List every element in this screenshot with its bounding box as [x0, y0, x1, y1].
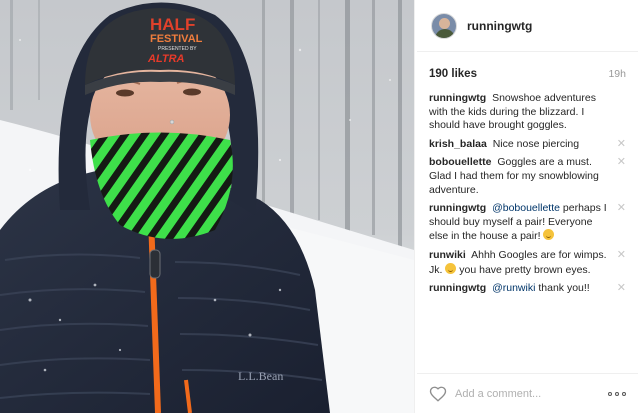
add-comment-input[interactable] [455, 387, 608, 400]
comment-item: runningwtg @runwiki thank you!! ✕ [429, 282, 626, 296]
smile-emoji-icon [445, 262, 457, 274]
comment-author[interactable]: krish_balaa [429, 138, 487, 150]
beanie-text-presented: PRESENTED BY [158, 46, 197, 52]
comment-author[interactable]: runningwtg [429, 282, 486, 294]
post-timestamp[interactable]: 19h [608, 68, 626, 80]
selfie-illustration: L.L.Bean HALF FESTIVAL PRESENTED BY ALTR… [0, 0, 414, 413]
zipper-pull [149, 249, 161, 279]
avatar[interactable] [431, 12, 457, 39]
comment-item: runningwtg @bobouellette perhaps I shoul… [429, 202, 626, 244]
remove-comment-icon[interactable]: ✕ [617, 156, 626, 169]
comment-author[interactable]: runningwtg [429, 92, 486, 104]
post-photo[interactable]: L.L.Bean HALF FESTIVAL PRESENTED BY ALTR… [0, 0, 414, 413]
comment-item: bobouellette Goggles are a must. Glad I … [429, 156, 626, 197]
post-meta: 190 likes 19h [415, 52, 640, 82]
post-sidebar: runningwtg 190 likes 19h runningwtg Snow… [414, 0, 640, 413]
beanie-text-festival: FESTIVAL [150, 33, 203, 45]
comment-mention[interactable]: @bobouellette [492, 202, 560, 214]
comment-list: runningwtg Snowshoe adventures with the … [415, 82, 640, 296]
nose-piercing [169, 119, 175, 125]
beanie-text-half: HALF [150, 15, 195, 34]
smile-emoji-icon [543, 229, 555, 241]
comment-author[interactable]: runwiki [429, 249, 466, 261]
comment-text: Nice nose piercing [492, 137, 580, 150]
likes-count[interactable]: 190 likes [429, 68, 477, 80]
comment-text: thank you!! [538, 282, 590, 295]
post-author-username[interactable]: runningwtg [467, 19, 532, 33]
post-header: runningwtg [417, 0, 638, 52]
jacket-logo: L.L.Bean [238, 369, 283, 383]
comment-item: krish_balaa Nice nose piercing ✕ [429, 138, 626, 152]
comment-author[interactable]: runningwtg [429, 202, 486, 214]
caption: runningwtg Snowshoe adventures with the … [429, 92, 626, 133]
remove-comment-icon[interactable]: ✕ [617, 138, 626, 151]
heart-icon[interactable] [429, 385, 447, 403]
comment-text-after: you have pretty brown eyes. [459, 263, 591, 276]
comment-footer [417, 373, 638, 413]
comment-author[interactable]: bobouellette [429, 156, 491, 168]
comment-item: runwiki Ahhh Googles are for wimps. Jk. … [429, 249, 626, 277]
instagram-post: L.L.Bean HALF FESTIVAL PRESENTED BY ALTR… [0, 0, 640, 413]
more-options-icon[interactable] [608, 389, 626, 399]
remove-comment-icon[interactable]: ✕ [617, 249, 626, 262]
comment-mention[interactable]: @runwiki [492, 282, 535, 294]
remove-comment-icon[interactable]: ✕ [617, 282, 626, 295]
beanie-text-sponsor: ALTRA [147, 53, 185, 65]
remove-comment-icon[interactable]: ✕ [617, 202, 626, 215]
